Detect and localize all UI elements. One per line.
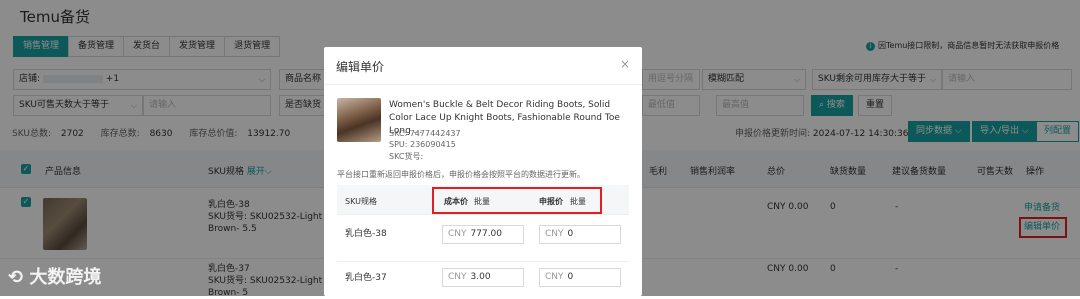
cost-price-value: 3.00 (470, 272, 491, 282)
modal-skc: SKC: 7477442437 (389, 129, 461, 138)
declare-price-input[interactable]: CNY 0 (539, 225, 621, 244)
cost-price-input[interactable]: CNY 3.00 (442, 268, 524, 287)
watermark-logo-icon: ⟲ (8, 267, 30, 288)
modal-header: 编辑单价 × (324, 47, 642, 85)
cost-price-value: 777.00 (470, 229, 503, 239)
declare-price-value: 0 (567, 272, 574, 282)
modal-skc-code: SKC货号: (389, 152, 424, 161)
modal-th-sku: SKU规格 (345, 197, 377, 206)
declare-price-input[interactable]: CNY 0 (539, 268, 621, 287)
modal-title: 编辑单价 (336, 60, 385, 74)
modal-product-image (337, 98, 381, 142)
modal-row-sku: 乳白色-37 (345, 273, 387, 283)
currency-label: CNY (448, 272, 467, 282)
watermark-text: 大数跨境 (29, 267, 102, 288)
close-icon[interactable]: × (620, 57, 630, 71)
currency-label: CNY (545, 229, 564, 239)
highlight-box-price-columns (432, 187, 602, 214)
cost-price-input[interactable]: CNY 777.00 (442, 225, 524, 244)
watermark: ⟲ 大数跨境 (8, 263, 101, 289)
modal-spu: SPU: 236090415 (389, 140, 456, 149)
modal-row-sku: 乳白色-38 (345, 229, 387, 239)
edit-price-modal: 编辑单价 × Women's Buckle & Belt Decor Ridin… (324, 47, 642, 296)
currency-label: CNY (448, 229, 467, 239)
declare-price-value: 0 (567, 229, 574, 239)
modal-hint: 平台接口重新返回申报价格后，申报价格会按照平台的数据进行更新。 (337, 170, 585, 179)
currency-label: CNY (545, 272, 564, 282)
row-divider (337, 261, 629, 262)
